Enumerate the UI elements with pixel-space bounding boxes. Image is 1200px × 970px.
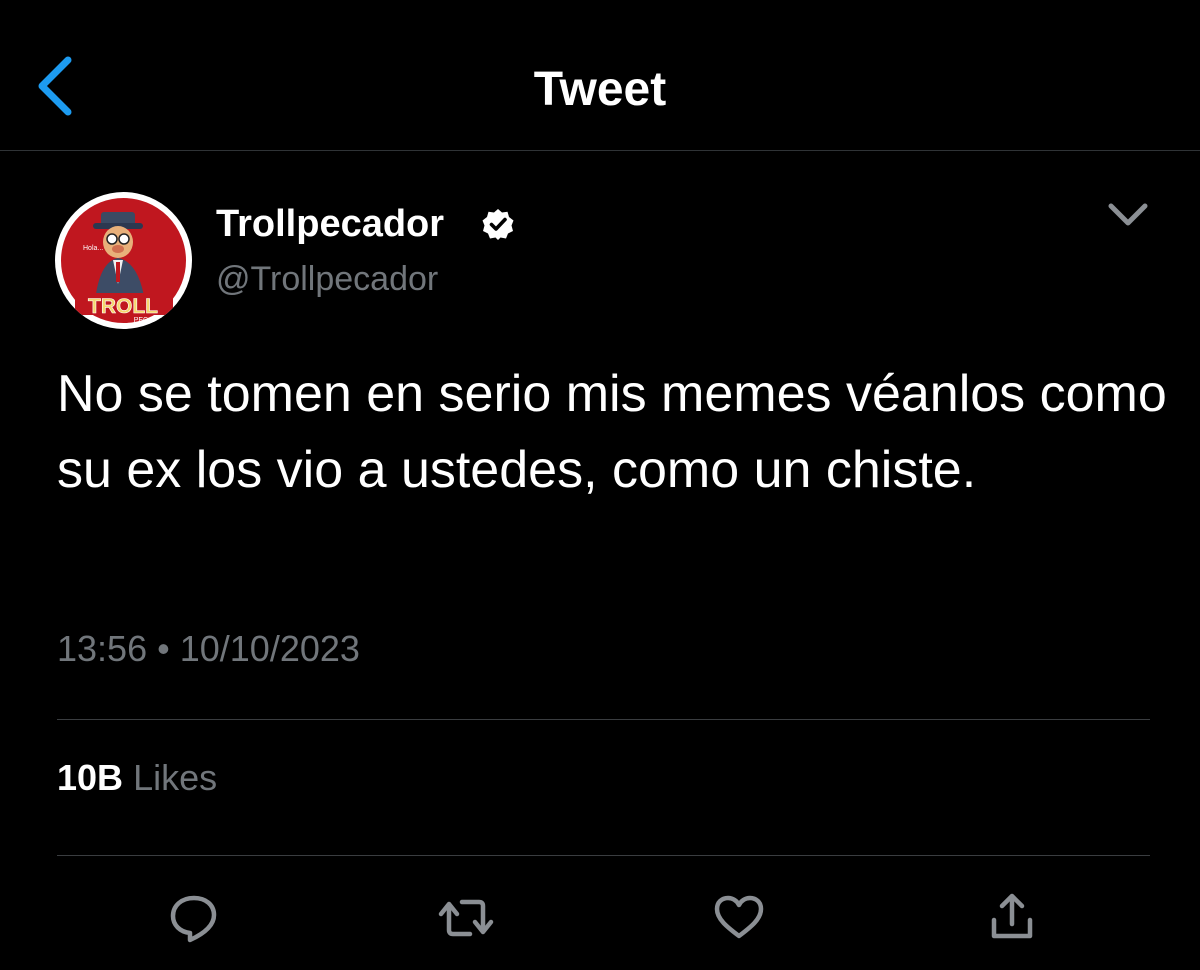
likes-count: 10B — [57, 757, 124, 798]
verified-badge-icon — [481, 207, 515, 241]
share-icon — [991, 893, 1033, 939]
avatar-image: Hola... TROLL PECADOR — [58, 195, 189, 326]
avatar-logo-subtext: PECADOR — [134, 317, 169, 324]
likes-label: Likes — [133, 757, 218, 798]
chevron-down-icon — [1108, 203, 1148, 226]
likes-stat[interactable]: 10B Likes — [57, 756, 217, 800]
timestamp-separator: • — [157, 628, 170, 669]
tweet-timestamp[interactable]: 13:56 • 10/10/2023 — [57, 627, 360, 671]
more-options-button[interactable] — [1103, 196, 1153, 236]
avatar[interactable]: Hola... TROLL PECADOR — [55, 192, 192, 329]
tweet-date: 10/10/2023 — [179, 628, 360, 669]
tweet-time: 13:56 — [57, 628, 148, 669]
svg-text:Hola...: Hola... — [83, 245, 103, 252]
heart-icon — [714, 895, 764, 939]
share-button[interactable] — [982, 890, 1042, 946]
author-handle[interactable]: @Trollpecador — [216, 258, 438, 300]
reply-icon — [170, 895, 217, 943]
tweet-text: No se tomen en serio mis memes véanlos c… — [57, 365, 1167, 499]
like-button[interactable] — [709, 890, 769, 946]
top-bar: Tweet — [0, 0, 1200, 151]
author-display-name[interactable]: Trollpecador — [216, 202, 444, 246]
reply-button[interactable] — [164, 890, 224, 946]
divider — [57, 719, 1150, 720]
page-title: Tweet — [533, 63, 667, 116]
retweet-button[interactable] — [436, 890, 496, 946]
divider — [57, 855, 1150, 856]
retweet-icon — [438, 899, 494, 937]
avatar-logo-text: TROLL — [88, 295, 158, 318]
